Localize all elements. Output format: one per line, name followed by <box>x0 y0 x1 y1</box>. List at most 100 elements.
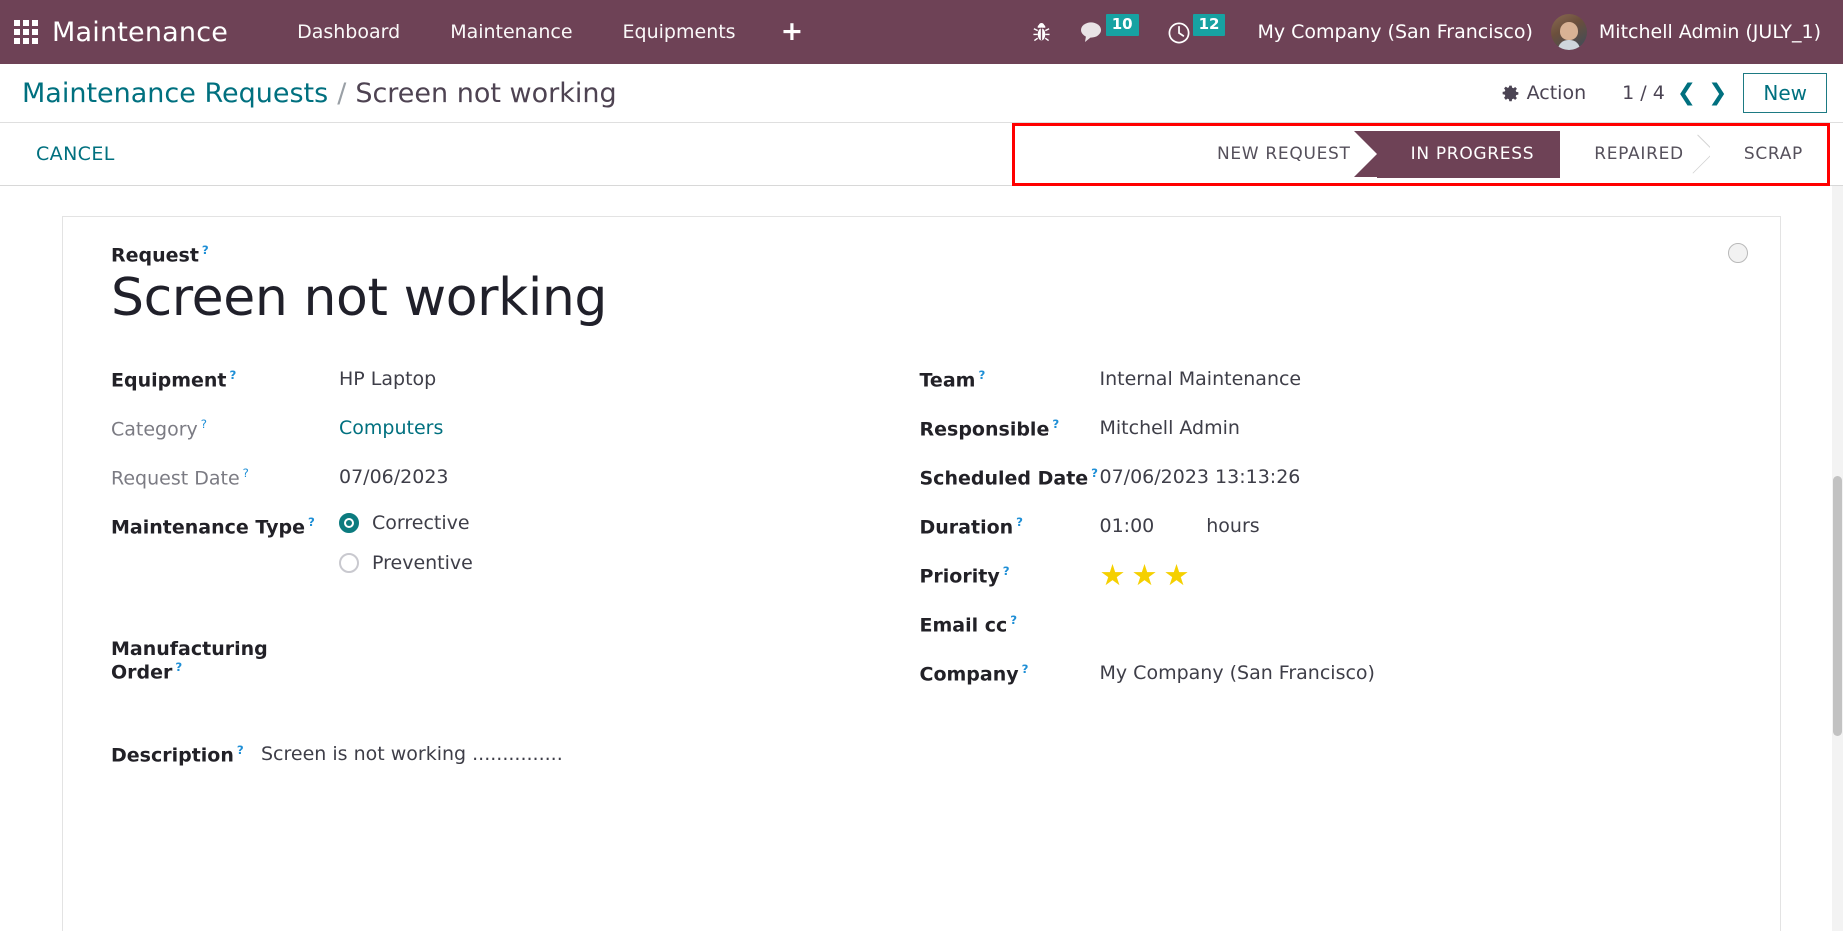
help-icon[interactable]: ? <box>1052 417 1059 431</box>
field-responsible: Responsible? Mitchell Admin <box>920 405 1729 454</box>
duration-unit-label: hours <box>1206 514 1260 537</box>
help-icon[interactable]: ? <box>1091 466 1098 480</box>
field-value-team[interactable]: Internal Maintenance <box>1100 356 1302 390</box>
vertical-scrollbar[interactable] <box>1832 186 1843 931</box>
messages-icon-button[interactable]: 10 <box>1065 0 1153 64</box>
radio-label-preventive: Preventive <box>372 551 473 574</box>
new-button[interactable]: New <box>1743 73 1827 113</box>
field-value-company[interactable]: My Company (San Francisco) <box>1100 650 1375 684</box>
label-text: Duration <box>919 516 1014 539</box>
label-text: Team <box>919 369 976 392</box>
field-label-email-cc: Email cc? <box>920 601 1100 636</box>
field-label-maintenance-type: Maintenance Type? <box>111 503 339 538</box>
control-panel-right: Action 1 / 4 ❮ ❯ New <box>1488 73 1827 113</box>
field-value-request-date[interactable]: 07/06/2023 <box>339 454 449 488</box>
field-value-description[interactable]: Screen is not working ............... <box>261 743 563 766</box>
radio-option-preventive[interactable]: Preventive <box>339 552 473 574</box>
activities-icon-button[interactable]: 12 <box>1153 0 1240 64</box>
field-request-date: Request Date? 07/06/2023 <box>111 454 920 503</box>
user-menu-label[interactable]: Mitchell Admin (JULY_1) <box>1599 21 1821 43</box>
maintenance-type-radio-group: Corrective Preventive <box>339 503 473 592</box>
top-navbar: Maintenance Dashboard Maintenance Equipm… <box>0 0 1843 64</box>
request-title-input[interactable]: Screen not working <box>111 268 1728 329</box>
statusbar-stage-in-progress[interactable]: IN PROGRESS <box>1353 130 1583 178</box>
field-equipment: Equipment? HP Laptop <box>111 356 920 405</box>
statusbar: NEW REQUEST IN PROGRESS REPAIRED SCRAP <box>1194 130 1829 178</box>
archive-toggle-button[interactable] <box>1728 243 1748 263</box>
help-icon[interactable]: ? <box>175 660 182 674</box>
help-icon[interactable]: ? <box>1022 662 1029 676</box>
help-icon[interactable]: ? <box>1016 515 1023 529</box>
nav-item-equipments[interactable]: Equipments <box>598 0 761 64</box>
request-label-text: Request <box>111 244 199 267</box>
apps-grid-icon[interactable] <box>0 0 52 64</box>
action-menu-button[interactable]: Action <box>1488 76 1601 110</box>
field-value-scheduled-date[interactable]: 07/06/2023 13:13:26 <box>1100 454 1301 488</box>
cancel-button[interactable]: CANCEL <box>36 143 115 165</box>
field-email-cc: Email cc? <box>920 601 1729 650</box>
radio-option-corrective[interactable]: Corrective <box>339 512 473 534</box>
form-columns: Equipment? HP Laptop Category? Computers… <box>111 356 1728 699</box>
control-panel-top: Maintenance Requests / Screen not workin… <box>0 64 1843 123</box>
stage-label: IN PROGRESS <box>1410 144 1535 164</box>
bug-icon[interactable] <box>1018 0 1065 64</box>
field-label-company: Company? <box>920 650 1100 685</box>
help-icon[interactable]: ? <box>308 515 315 529</box>
field-value-equipment[interactable]: HP Laptop <box>339 356 436 390</box>
form-column-left: Equipment? HP Laptop Category? Computers… <box>111 356 920 699</box>
label-text: Priority <box>919 565 1000 588</box>
chevron-left-icon[interactable]: ❮ <box>1677 81 1696 105</box>
field-label-responsible: Responsible? <box>920 405 1100 440</box>
pager: 1 / 4 ❮ ❯ <box>1622 81 1727 105</box>
label-text: Description <box>111 744 234 767</box>
statusbar-stage-repaired[interactable]: REPAIRED <box>1560 130 1710 178</box>
scrollbar-thumb[interactable] <box>1833 476 1842 736</box>
field-description: Description? Screen is not working .....… <box>111 743 1728 766</box>
statusbar-stage-scrap[interactable]: SCRAP <box>1709 130 1829 178</box>
help-icon[interactable]: ? <box>230 368 237 382</box>
field-label-description: Description? <box>111 743 261 766</box>
field-scheduled-date: Scheduled Date? 07/06/2023 13:13:26 <box>920 454 1729 503</box>
pager-value[interactable]: 1 / 4 <box>1622 82 1665 104</box>
statusbar-stage-new-request[interactable]: NEW REQUEST <box>1194 130 1377 178</box>
field-value-category[interactable]: Computers <box>339 405 443 439</box>
label-text: Email cc <box>919 614 1008 637</box>
label-text: Scheduled Date <box>919 467 1089 490</box>
nav-item-maintenance[interactable]: Maintenance <box>425 0 597 64</box>
chevron-right-icon[interactable]: ❯ <box>1708 81 1727 105</box>
breadcrumb-parent-link[interactable]: Maintenance Requests <box>22 78 328 109</box>
help-icon[interactable]: ? <box>201 417 207 431</box>
help-icon[interactable]: ? <box>237 743 244 757</box>
avatar[interactable] <box>1550 14 1587 50</box>
field-value-responsible[interactable]: Mitchell Admin <box>1100 405 1240 439</box>
activities-count-badge: 12 <box>1192 14 1226 36</box>
form-sheet: Request? Screen not working Equipment? H… <box>62 216 1781 931</box>
field-label-category: Category? <box>111 405 339 440</box>
label-text: Category <box>111 418 198 441</box>
help-icon[interactable]: ? <box>1003 564 1010 578</box>
radio-label-corrective: Corrective <box>372 511 470 534</box>
star-icon-2[interactable]: ★ <box>1132 560 1158 590</box>
field-label-request-date: Request Date? <box>111 454 339 489</box>
help-icon[interactable]: ? <box>978 368 985 382</box>
form-view-scroll-area: Request? Screen not working Equipment? H… <box>0 186 1843 931</box>
control-panel-bottom: CANCEL NEW REQUEST IN PROGRESS REPAIRED … <box>0 123 1843 186</box>
radio-icon-unselected[interactable] <box>339 552 359 573</box>
nav-add-button[interactable]: + <box>761 0 824 64</box>
radio-icon-selected[interactable] <box>339 512 359 533</box>
help-icon[interactable]: ? <box>1010 613 1017 627</box>
app-brand-title[interactable]: Maintenance <box>52 17 228 48</box>
messages-count-badge: 10 <box>1105 14 1139 36</box>
field-label-duration: Duration? <box>920 503 1100 538</box>
label-text: Responsible <box>919 418 1050 441</box>
help-icon[interactable]: ? <box>202 243 209 257</box>
star-icon-1[interactable]: ★ <box>1100 560 1126 590</box>
field-value-duration[interactable]: 01:00 <box>1100 515 1155 537</box>
help-icon[interactable]: ? <box>243 466 249 480</box>
nav-item-dashboard[interactable]: Dashboard <box>272 0 425 64</box>
field-category: Category? Computers <box>111 405 920 454</box>
star-icon-3[interactable]: ★ <box>1164 560 1190 590</box>
company-switcher[interactable]: My Company (San Francisco) <box>1239 21 1550 43</box>
priority-stars-widget[interactable]: ★ ★ ★ <box>1100 552 1190 590</box>
breadcrumb-current: Screen not working <box>355 77 617 109</box>
